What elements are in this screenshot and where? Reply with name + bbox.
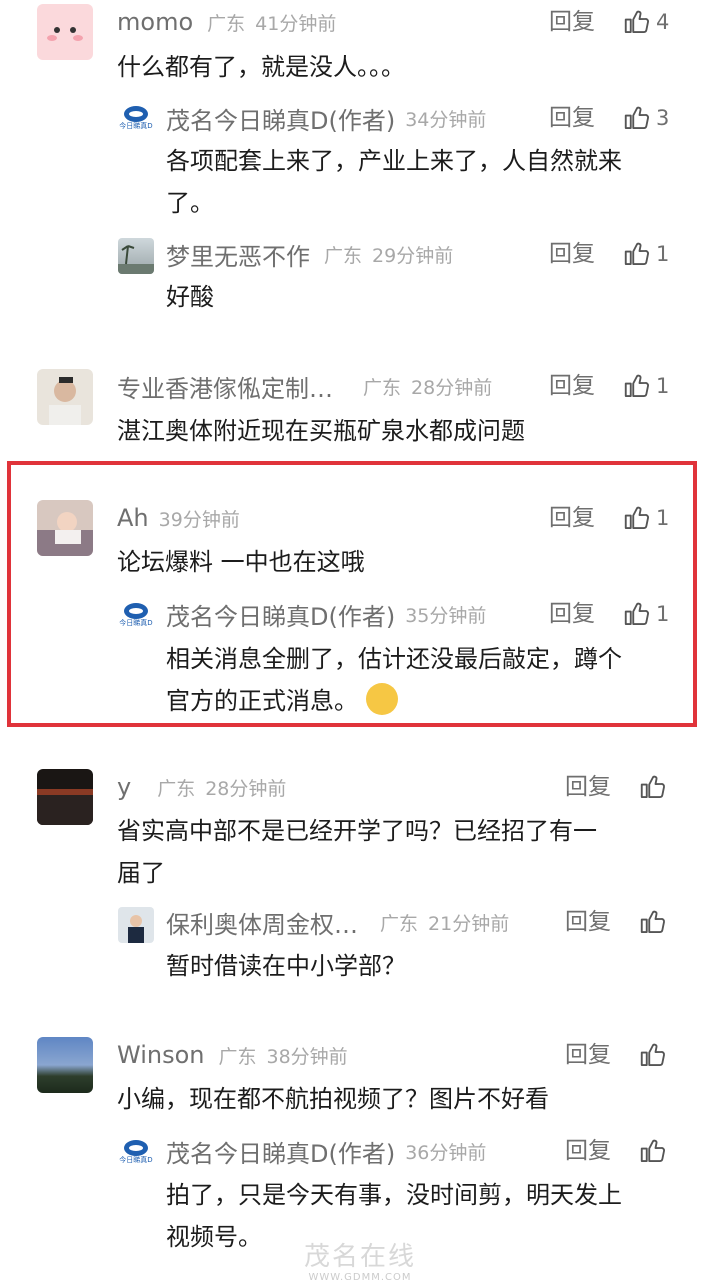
comment-text-line: 届了 [117,859,165,887]
reply-text: 暂时借读在中小学部？ [166,952,406,980]
reply-button[interactable]: 回复 [549,594,595,634]
like-count: 1 [656,242,670,266]
username[interactable]: 保利奥体周金权… [166,905,358,940]
reply-button[interactable]: 回复 [565,1131,611,1171]
like-button[interactable]: 1 [622,366,669,406]
timestamp: 29分钟前 [372,244,454,267]
username[interactable]: 茂名今日睇真D(作者) [166,597,395,632]
username[interactable]: 茂名今日睇真D(作者) [166,101,395,136]
avatar[interactable]: 今日睇真D [118,1134,154,1170]
reply-text-line: 各项配套上来了，产业上来了，人自然就来 [166,147,622,175]
username[interactable]: Winson [117,1041,204,1069]
like-button[interactable] [638,1131,668,1171]
username[interactable]: Ah [117,504,149,532]
reply-button[interactable]: 回复 [549,2,595,42]
reply-button[interactable]: 回复 [549,498,595,538]
thumbs-up-icon [624,602,649,625]
timestamp: 39分钟前 [158,508,240,531]
region: 广东 [380,912,419,935]
avatar[interactable] [118,907,154,943]
like-button[interactable] [638,902,668,942]
reply-button[interactable]: 回复 [565,902,611,942]
timestamp: 38分钟前 [266,1045,348,1068]
reply-button[interactable]: 回复 [549,234,595,274]
thumbs-up-icon [640,1043,665,1066]
reply-text-line: 官方的正式消息。 [166,687,358,715]
region: 广东 [218,1045,257,1068]
author-logo-caption: 今日睇真D [119,1155,153,1164]
username[interactable]: y [117,773,131,801]
reply-text-line: 了。 [166,189,214,217]
like-button[interactable]: 1 [622,234,669,274]
watermark-logo: 茂名在线 WWW.GDMM.COM [260,1236,460,1283]
avatar[interactable] [37,1037,93,1093]
like-count: 4 [656,10,670,34]
username[interactable]: 专业香港傢俬定制… [117,369,333,404]
region: 广东 [157,777,196,800]
like-button[interactable]: 1 [622,594,669,634]
reply-button[interactable]: 回复 [565,767,611,807]
timestamp: 35分钟前 [405,604,487,627]
like-button[interactable]: 1 [622,498,669,538]
like-button[interactable] [638,1035,668,1075]
timestamp: 34分钟前 [405,108,487,131]
author-logo [124,602,148,619]
author-logo [124,105,148,122]
reply-button[interactable]: 回复 [549,98,595,138]
comment-text: 论坛爆料 一中也在这哦 [117,548,365,576]
comment-text: 湛江奥体附近现在买瓶矿泉水都成问题 [117,417,525,445]
avatar[interactable] [118,238,154,274]
username[interactable]: momo [117,8,193,36]
timestamp: 28分钟前 [411,376,493,399]
thumbs-up-icon [640,910,665,933]
reply-text-line: 相关消息全删了，估计还没最后敲定，蹲个 [166,645,622,673]
thumbs-up-icon [624,506,649,529]
like-count: 1 [656,602,670,626]
avatar[interactable]: 今日睇真D [118,100,154,136]
avatar[interactable] [37,769,93,825]
watermark-text: 茂名在线 [303,1242,416,1272]
thumbs-up-icon [624,10,649,33]
timestamp: 41分钟前 [255,12,337,35]
avatar[interactable] [37,369,93,425]
comment-text-line: 省实高中部不是已经开学了吗？已经招了有一 [117,817,597,845]
username[interactable]: 茂名今日睇真D(作者) [166,1134,395,1169]
author-logo [124,1139,148,1156]
thumbs-up-icon [624,106,649,129]
reply-text: 好酸 [166,283,214,311]
thumbs-up-icon [640,775,665,798]
comment-text: 小编，现在都不航拍视频了？图片不好看 [117,1085,549,1113]
timestamp: 36分钟前 [405,1141,487,1164]
like-count: 1 [656,374,670,398]
avatar[interactable]: 今日睇真D [118,597,154,633]
saluting-face-emoji-icon [365,683,398,715]
reply-text: 相关消息全删了，估计还没最后敲定，蹲个 官方的正式消息。 [166,638,622,722]
author-logo-caption: 今日睇真D [119,618,153,627]
reply-button[interactable]: 回复 [549,366,595,406]
region: 广东 [363,376,402,399]
avatar[interactable] [37,4,93,60]
thumbs-up-icon [640,1139,665,1162]
region: 广东 [207,12,246,35]
thumbs-up-icon [624,242,649,265]
timestamp: 28分钟前 [205,777,287,800]
reply-text: 各项配套上来了，产业上来了，人自然就来 了。 [166,140,622,224]
thumbs-up-icon [624,374,649,397]
comment-text: 省实高中部不是已经开学了吗？已经招了有一 届了 [117,810,597,894]
like-button[interactable]: 3 [622,98,669,138]
like-count: 1 [656,506,670,530]
username[interactable]: 梦里无恶不作 [166,237,310,272]
watermark-url: WWW.GDMM.COM [308,1272,412,1283]
timestamp: 21分钟前 [428,912,510,935]
like-button[interactable] [638,767,668,807]
reply-text-line: 拍了，只是今天有事，没时间剪，明天发上 [166,1181,622,1209]
reply-button[interactable]: 回复 [565,1035,611,1075]
region: 广东 [324,244,363,267]
avatar[interactable] [37,500,93,556]
like-count: 3 [656,106,670,130]
like-button[interactable]: 4 [622,2,669,42]
author-logo-caption: 今日睇真D [119,121,153,130]
comment-text: 什么都有了，就是没人。。。 [117,53,405,81]
